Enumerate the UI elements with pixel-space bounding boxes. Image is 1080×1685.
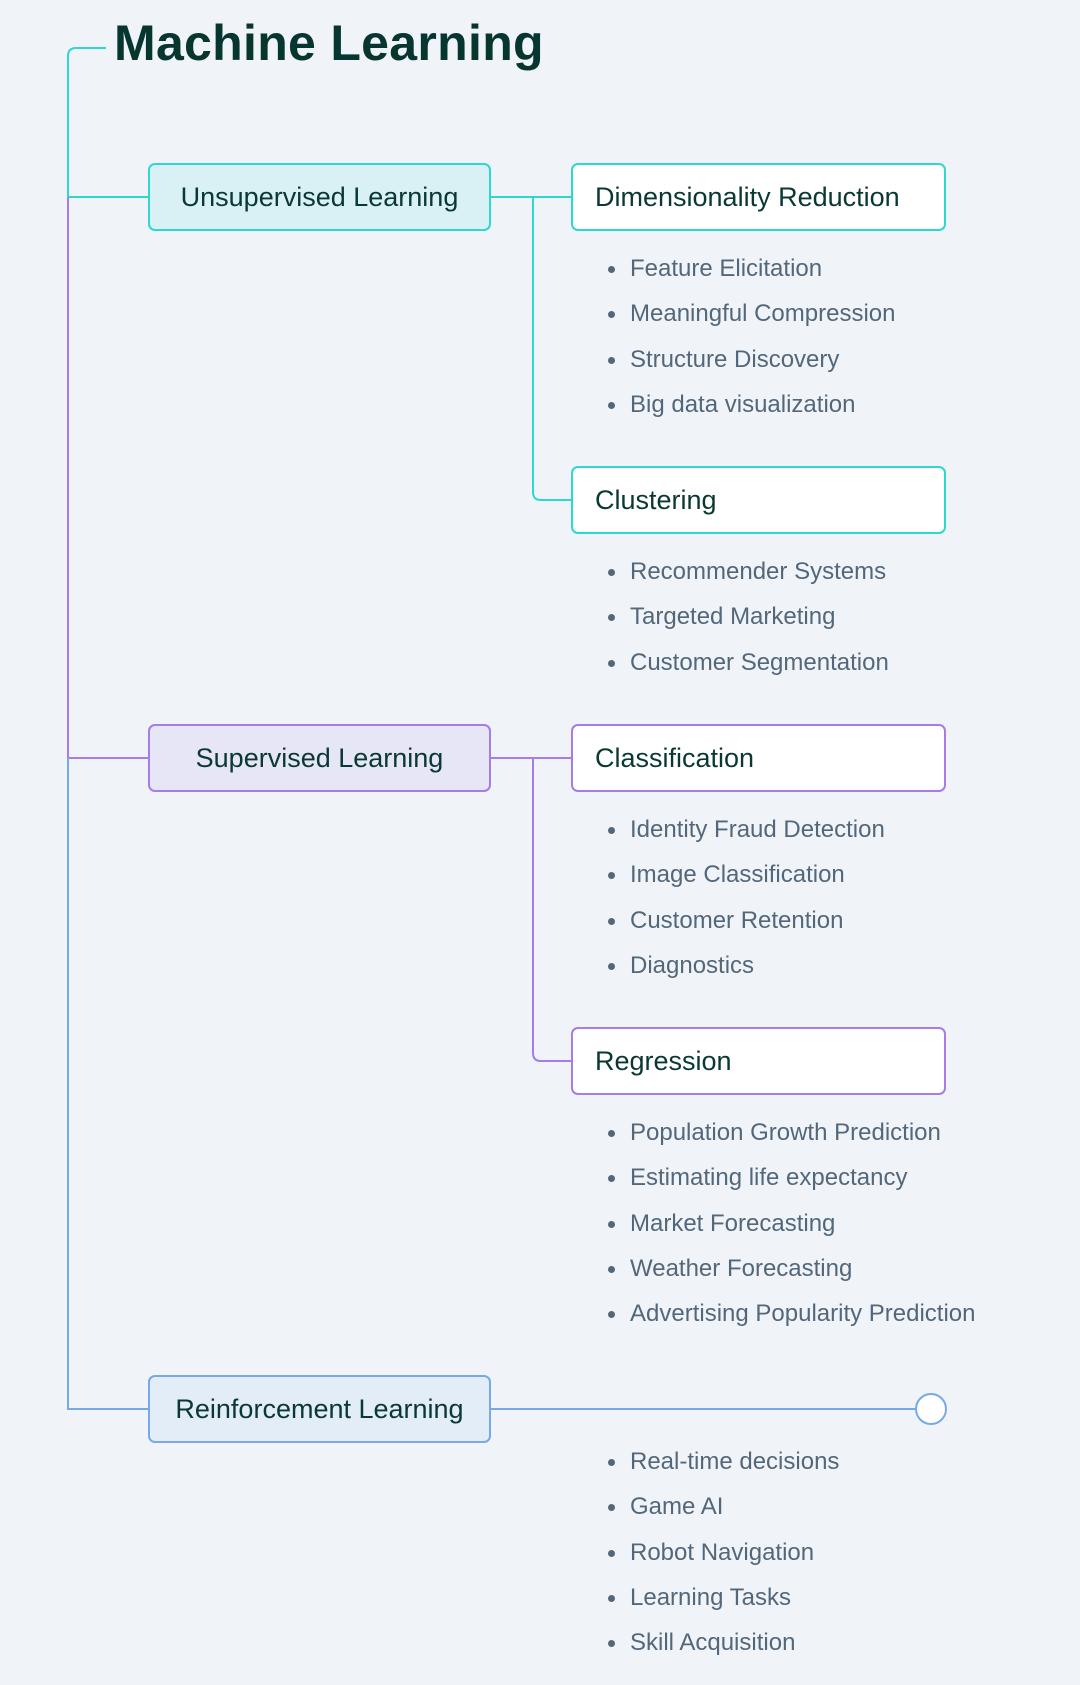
leaf-end-node[interactable]: [915, 1393, 947, 1425]
list-reinforcement-learning: Real-time decisions Game AI Robot Naviga…: [608, 1439, 839, 1665]
list-item: Customer Segmentation: [608, 640, 889, 685]
node-label: Supervised Learning: [195, 742, 444, 773]
node-label: Reinforcement Learning: [175, 1393, 464, 1424]
list-item: Game AI: [608, 1484, 839, 1529]
list-item: Market Forecasting: [608, 1201, 976, 1246]
list-item: Customer Retention: [608, 898, 885, 943]
list-item: Population Growth Prediction: [608, 1110, 976, 1155]
node-classification[interactable]: Classification: [571, 724, 946, 792]
node-clustering[interactable]: Clustering: [571, 466, 946, 534]
list-item: Weather Forecasting: [608, 1246, 976, 1291]
node-reinforcement-learning[interactable]: Reinforcement Learning: [148, 1375, 491, 1443]
list-item: Diagnostics: [608, 943, 885, 988]
node-supervised-learning[interactable]: Supervised Learning: [148, 724, 491, 792]
list-item: Image Classification: [608, 852, 885, 897]
list-item: Feature Elicitation: [608, 246, 895, 291]
node-label: Regression: [595, 1045, 732, 1076]
list-item: Structure Discovery: [608, 337, 895, 382]
list-item: Learning Tasks: [608, 1575, 839, 1620]
branch-connector-regression: [532, 758, 571, 1062]
list-classification: Identity Fraud Detection Image Classific…: [608, 807, 885, 988]
list-dimensionality-reduction: Feature Elicitation Meaningful Compressi…: [608, 246, 895, 427]
diagram-title: Machine Learning: [114, 15, 544, 71]
list-regression: Population Growth Prediction Estimating …: [608, 1110, 976, 1336]
list-item: Identity Fraud Detection: [608, 807, 885, 852]
list-item: Advertising Popularity Prediction: [608, 1291, 976, 1336]
list-item: Recommender Systems: [608, 549, 889, 594]
node-unsupervised-learning[interactable]: Unsupervised Learning: [148, 163, 491, 231]
node-label: Dimensionality Reduction: [595, 181, 900, 212]
trunk-connector-title: [67, 47, 106, 197]
list-item: Skill Acquisition: [608, 1620, 839, 1665]
trunk-connector-reinforcement: [67, 758, 148, 1410]
list-clustering: Recommender Systems Targeted Marketing C…: [608, 549, 889, 685]
branch-connector-clustering: [532, 197, 571, 501]
node-label: Clustering: [595, 484, 717, 515]
list-item: Meaningful Compression: [608, 291, 895, 336]
list-item: Estimating life expectancy: [608, 1155, 976, 1200]
list-item: Robot Navigation: [608, 1530, 839, 1575]
list-item: Big data visualization: [608, 382, 895, 427]
node-label: Classification: [595, 742, 755, 773]
trunk-connector-supervised: [67, 197, 148, 759]
list-item: Real-time decisions: [608, 1439, 839, 1484]
list-item: Targeted Marketing: [608, 594, 889, 639]
node-label: Unsupervised Learning: [180, 181, 459, 212]
node-regression[interactable]: Regression: [571, 1027, 946, 1095]
node-dimensionality-reduction[interactable]: Dimensionality Reduction: [571, 163, 946, 231]
